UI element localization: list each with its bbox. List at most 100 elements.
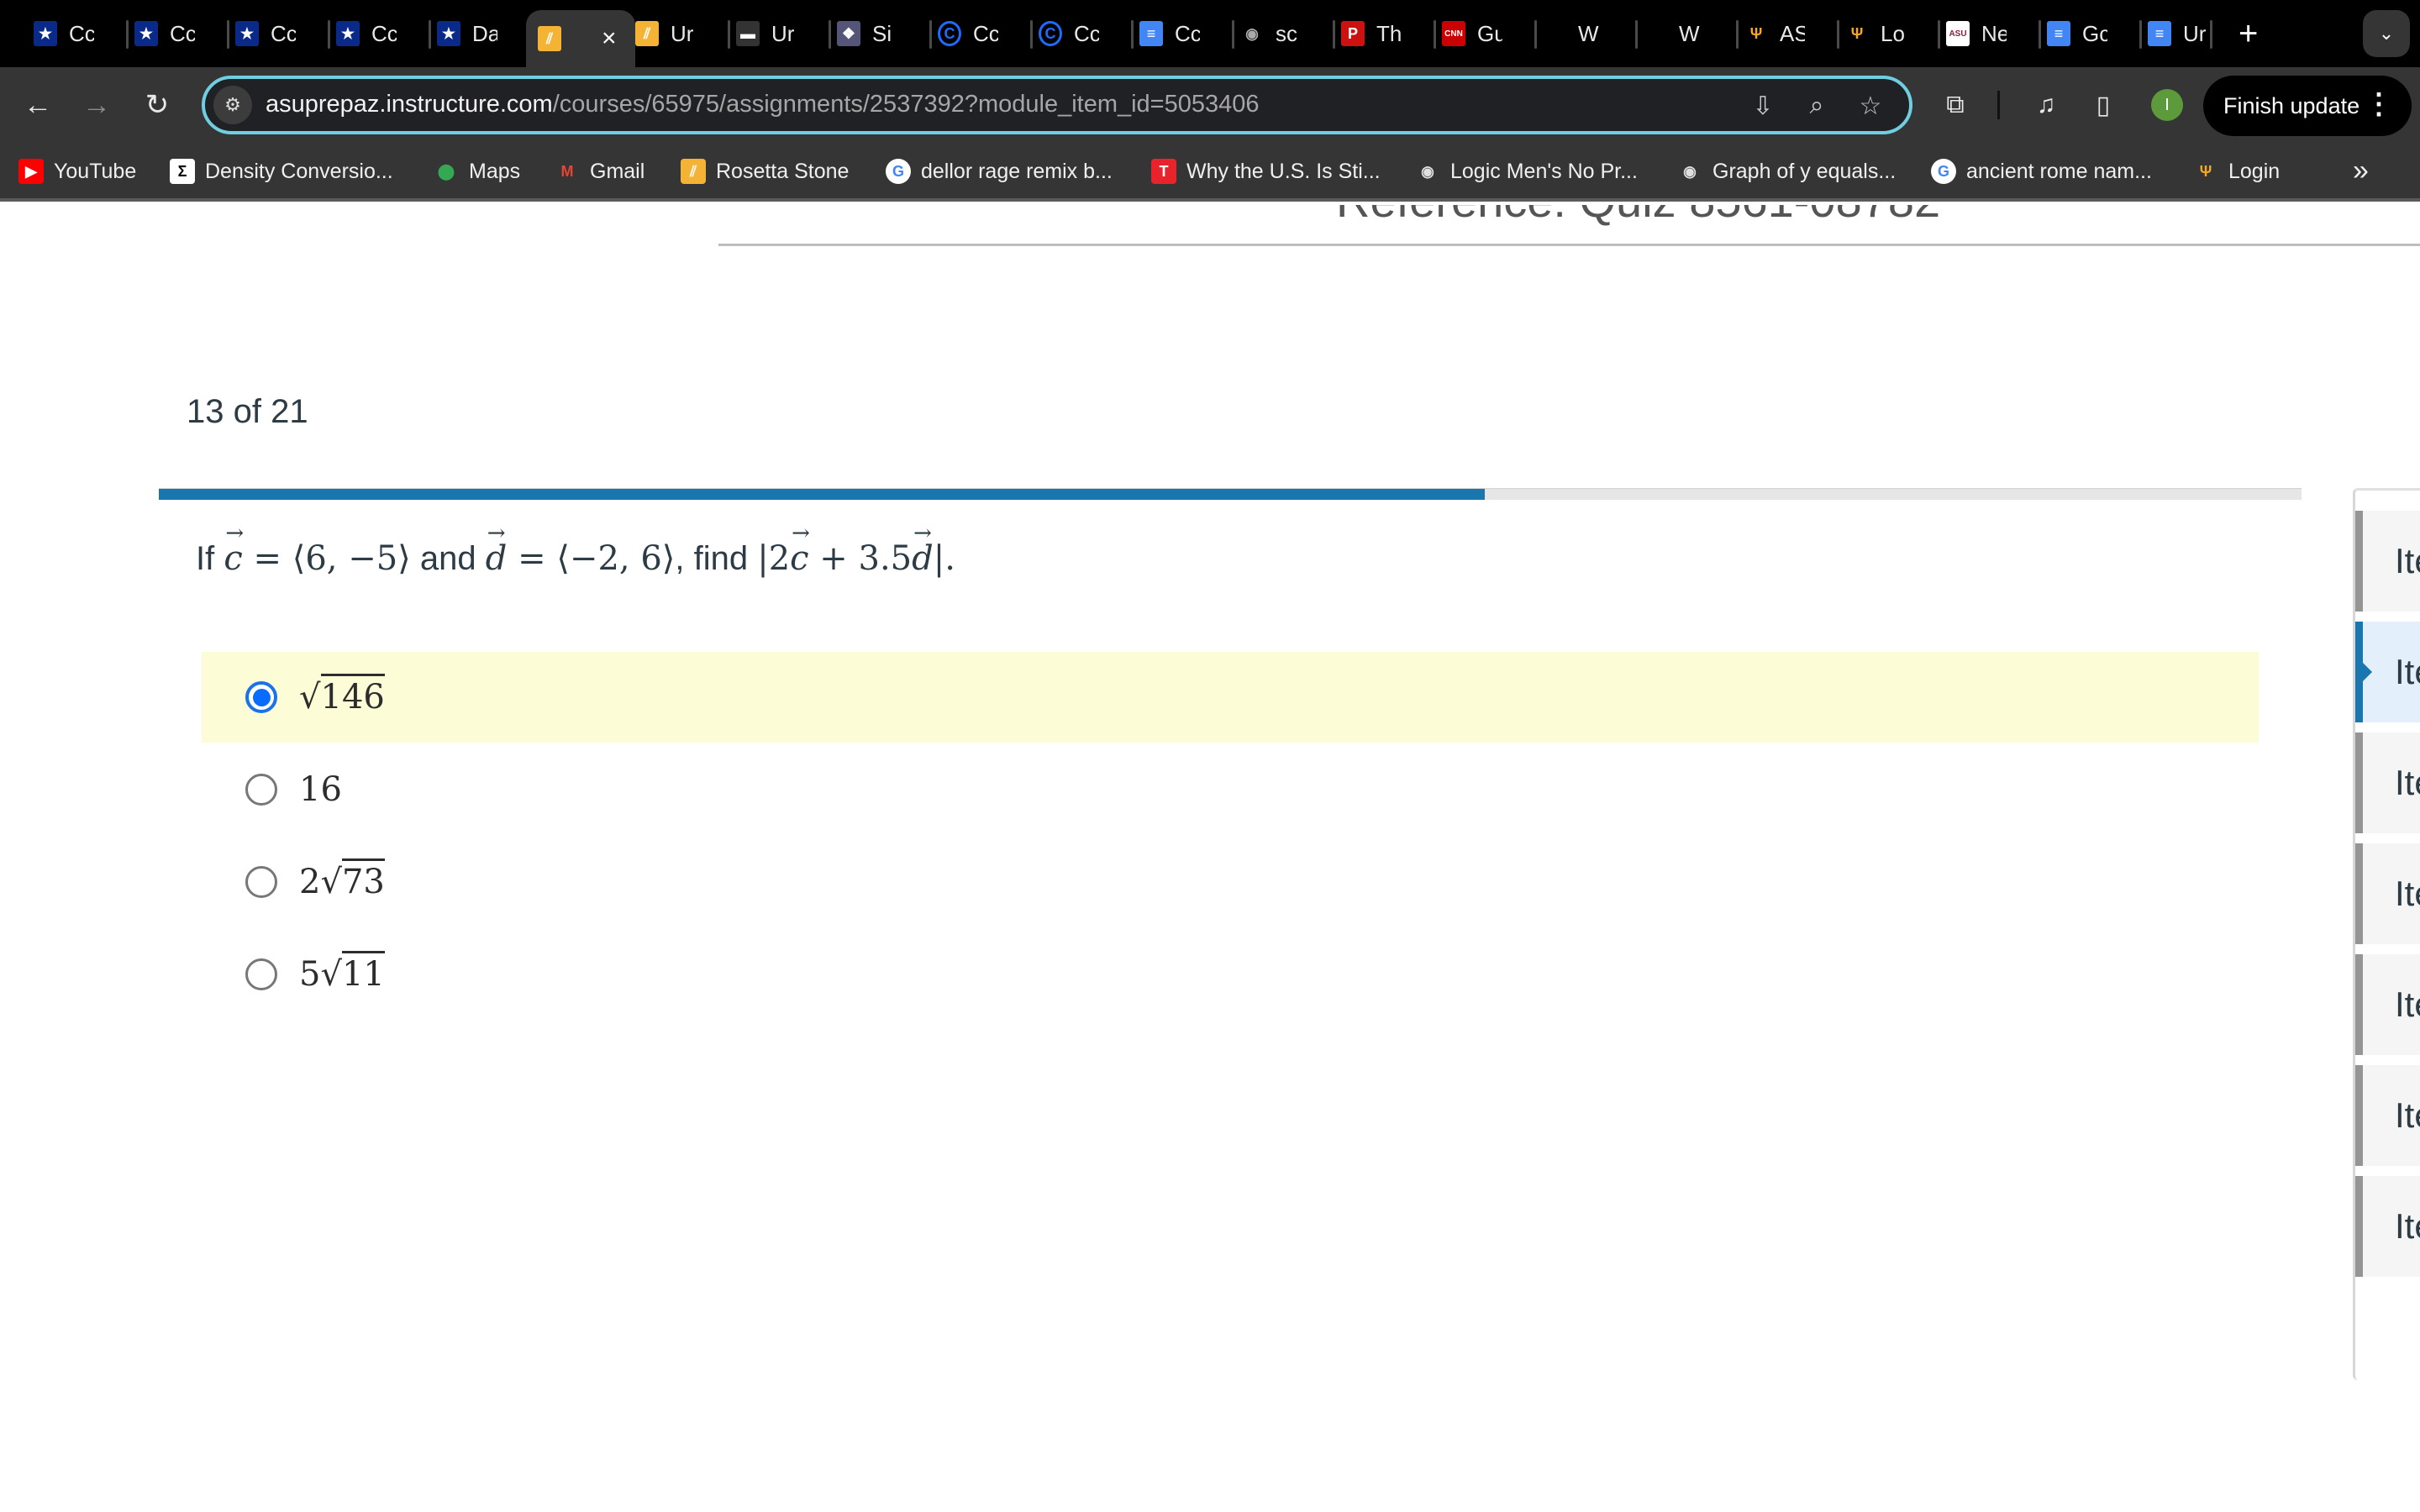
p-icon: P [1341, 21, 1365, 46]
google-icon: G [1931, 159, 1956, 184]
answer-radio[interactable] [245, 681, 277, 713]
url-text[interactable]: asuprepaz.instructure.com/courses/65975/… [266, 91, 1260, 118]
browser-tab[interactable]: W [1644, 12, 1744, 55]
reload-button[interactable]: ↻ [138, 86, 176, 124]
question-expression: |2c + 3.5d|. [757, 521, 955, 578]
site-info-button[interactable]: ⚙ [213, 86, 252, 124]
bookmark-item[interactable]: ◉ Graph of y equals... [1677, 156, 1896, 186]
bookmark-item[interactable]: Ψ Login [2193, 156, 2280, 186]
bookmark-label: Density Conversio... [205, 159, 393, 183]
bookmark-item[interactable]: ◉ Logic Men's No Pr... [1415, 156, 1638, 186]
heading-divider [718, 244, 2420, 246]
browser-tab[interactable]: ≡ Ur [2148, 12, 2249, 55]
tab-separator [328, 20, 330, 49]
question-and: and [419, 540, 476, 577]
bookmark-item[interactable]: Gancient rome nam... [1931, 156, 2152, 186]
extensions-button[interactable]: ⧉ [1936, 86, 1975, 124]
tab-title: W [1578, 20, 1599, 46]
answer-option[interactable]: 2√73 [202, 837, 2259, 927]
browser-toolbar: ← → ↻ ⚙ asuprepaz.instructure.com/course… [0, 67, 2420, 143]
tab-title: Cc [973, 20, 998, 46]
bookmark-item[interactable]: ⫽ Rosetta Stone [681, 156, 849, 186]
answer-radio[interactable] [245, 866, 277, 898]
tab-search-button[interactable]: ⌄ [2363, 10, 2410, 57]
browser-tab[interactable]: ★ Cc [235, 12, 336, 55]
browser-tab[interactable]: W [1543, 12, 1644, 55]
bookmark-item[interactable]: ⬤ Maps [434, 156, 520, 186]
bookmark-item[interactable]: ▶ YouTube [18, 156, 136, 186]
bookmark-star-button[interactable]: ☆ [1854, 89, 1887, 123]
address-bar[interactable]: ⚙ asuprepaz.instructure.com/courses/6597… [202, 76, 1912, 134]
bookmark-item[interactable]: T Why the U.S. Is Sti... [1151, 156, 1381, 186]
tab-title: Cc [69, 20, 94, 46]
cnn-icon: CNN [1442, 21, 1465, 46]
quiz-progress-fill [159, 489, 1486, 500]
side-panel-button[interactable]: ▯ [2084, 86, 2123, 124]
tab-separator [1938, 20, 1940, 49]
browser-tab[interactable]: ★ Da [437, 12, 538, 55]
question-text: If c = ⟨6, −5⟩ and d = ⟨−2, 6⟩, find |2c… [196, 521, 955, 578]
bookmarks-bar: ▶ YouTube Σ Density Conversio... ⬤ Maps M Gmail… [0, 143, 2420, 202]
item-nav-entry[interactable]: Item 4 [2355, 843, 2420, 944]
docs-icon: ≡ [2148, 21, 2171, 46]
tab-separator [1736, 20, 1739, 49]
browser-tab[interactable]: ★ Cc [336, 12, 437, 55]
new-tab-button[interactable]: + [2238, 15, 2258, 52]
answer-radio[interactable] [245, 958, 277, 990]
vector-d: d [486, 521, 508, 578]
browser-tab[interactable]: ⫽ Ur [635, 12, 736, 55]
browser-tab[interactable]: Ψ Lo [1845, 12, 1946, 55]
rainbow-icon: ▬ [736, 21, 760, 46]
back-button[interactable]: ← [18, 86, 57, 124]
browser-tab[interactable]: ≡ Gc [2047, 12, 2148, 55]
answer-option[interactable]: √146 [202, 652, 2259, 743]
item-nav-entry[interactable]: Item 5 [2355, 954, 2420, 1055]
browser-tab[interactable]: C Cc [938, 12, 1039, 55]
item-nav-entry[interactable]: Item 1 [2355, 511, 2420, 612]
item-nav-entry[interactable]: Item 3 [2355, 732, 2420, 833]
tab-title: Cc [271, 20, 296, 46]
browser-tab[interactable]: ASU Ne [1946, 12, 2047, 55]
bookmark-item[interactable]: M Gmail [555, 156, 645, 186]
zoom-button[interactable]: ⌕ [1800, 89, 1833, 123]
browser-tab[interactable]: C Cc [1039, 12, 1139, 55]
tab-title: Gc [2082, 20, 2107, 46]
browser-tab[interactable]: ≡ Cc [1139, 12, 1240, 55]
browser-tab[interactable]: ⫽ × [526, 10, 635, 67]
bookmark-item[interactable]: Gdellor rage remix b... [886, 156, 1113, 186]
browser-tab[interactable]: CNN Gu [1442, 12, 1543, 55]
media-control-button[interactable]: ♫ [2027, 86, 2065, 124]
browser-tab[interactable]: ★ Cc [34, 12, 134, 55]
item-nav-entry[interactable]: Item 7 [2355, 1176, 2420, 1277]
profile-avatar[interactable]: I [2151, 89, 2183, 121]
tune-icon: ⚙ [224, 94, 241, 115]
browser-tab[interactable]: ▬ Ur [736, 12, 837, 55]
tab-title: Gu [1477, 20, 1502, 46]
docs-icon: ≡ [2047, 21, 2070, 46]
bookmark-label: Gmail [590, 159, 645, 183]
browser-tab[interactable]: ❖ Si [837, 12, 938, 55]
item-nav-entry[interactable]: Item 2 [2355, 622, 2420, 722]
browser-tab[interactable]: P Th [1341, 12, 1442, 55]
close-tab-icon[interactable]: × [602, 24, 617, 53]
t-icon: T [1151, 159, 1176, 184]
browser-tab[interactable]: Ψ AS [1744, 12, 1845, 55]
bookmark-label: ancient rome nam... [1966, 159, 2152, 183]
install-app-button[interactable]: ⇩ [1746, 89, 1780, 123]
bookmark-item[interactable]: Σ Density Conversio... [170, 156, 393, 186]
finish-update-button[interactable]: Finish update ⋮ [2203, 76, 2412, 136]
browser-tab[interactable]: ◉ sc [1240, 12, 1341, 55]
item-nav-entry[interactable]: Item 6 [2355, 1065, 2420, 1166]
bookmarks-overflow-button[interactable]: » [2353, 155, 2369, 187]
answer-text: 2√73 [299, 858, 385, 901]
forward-button[interactable]: → [77, 86, 116, 124]
answer-option[interactable]: 16 [202, 744, 2259, 835]
radicand: 11 [341, 951, 385, 994]
zoom-out-icon: ⌕ [1809, 92, 1824, 119]
tab-separator [2139, 20, 2142, 49]
answer-option[interactable]: 5√11 [202, 929, 2259, 1020]
google-icon: G [886, 159, 911, 184]
answer-radio[interactable] [245, 774, 277, 806]
browser-tab[interactable]: ★ Cc [134, 12, 235, 55]
c-circle-icon: C [1039, 21, 1062, 46]
